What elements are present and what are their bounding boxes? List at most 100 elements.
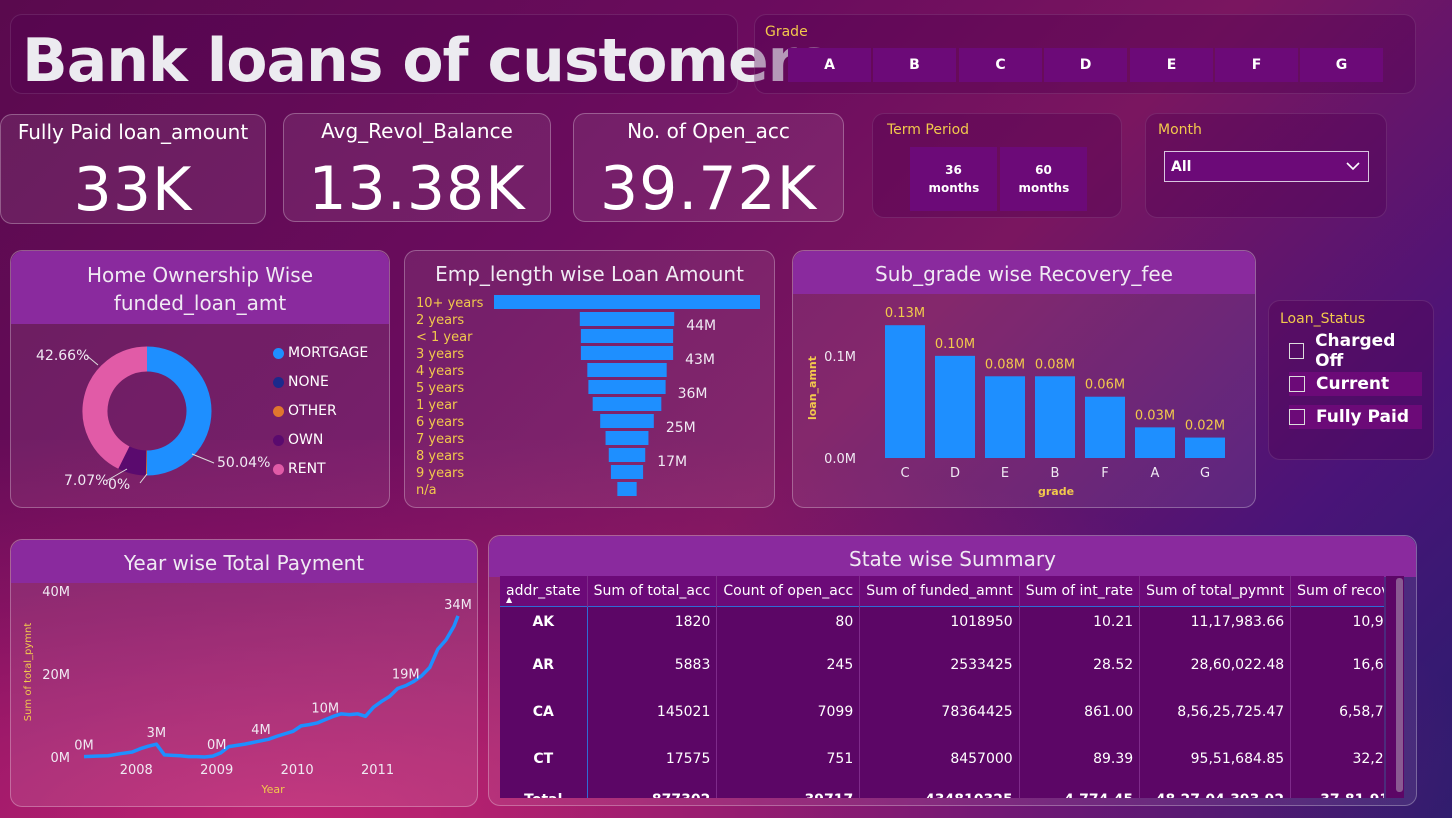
funnel-bar[interactable] <box>600 414 654 428</box>
x-axis-label: Year <box>260 783 285 796</box>
table-cell: AK <box>500 606 588 637</box>
column-header[interactable]: Sum of recoveries <box>1290 576 1384 606</box>
month-slicer-label: Month <box>1158 122 1202 138</box>
kpi-card-open-acc: No. of Open_acc 39.72K <box>573 113 844 224</box>
table-scrollbar-thumb[interactable] <box>1396 578 1403 792</box>
checkbox[interactable] <box>1289 376 1305 392</box>
funnel-category-label: < 1 year <box>416 330 473 345</box>
year-payment-header: Year wise Total Payment <box>11 540 477 583</box>
table-cell: CA <box>500 693 588 731</box>
donut-leader-line <box>191 453 215 464</box>
grade-option-c[interactable]: C <box>959 48 1042 82</box>
y-axis-label: Sum of total_pymnt <box>23 623 34 722</box>
subgrade-header: Sub_grade wise Recovery_fee <box>793 251 1255 294</box>
term-option-36-months[interactable]: 36 months <box>910 147 997 211</box>
line-data-label: 0M <box>74 739 94 754</box>
home-ownership-title-line2: funded_loan_amt <box>113 291 287 315</box>
column-header[interactable]: Count of open_acc <box>716 576 861 606</box>
legend-label: OWN <box>288 432 324 448</box>
kpi-value: 13.38K <box>308 154 526 224</box>
x-tick-label: G <box>1200 466 1210 481</box>
funnel-bar[interactable] <box>587 363 667 377</box>
table-cell: 32,234.31 <box>1290 731 1384 787</box>
grade-option-a[interactable]: A <box>788 48 871 82</box>
table-cell: 861.00 <box>1019 693 1141 731</box>
x-tick-label: 2009 <box>200 763 233 778</box>
grade-option-d[interactable]: D <box>1044 48 1127 82</box>
term-option-60-months[interactable]: 60 months <box>1000 147 1087 211</box>
legend-item-other[interactable]: OTHER <box>273 403 337 419</box>
grade-option-f[interactable]: F <box>1215 48 1298 82</box>
funnel-bar[interactable] <box>617 482 637 496</box>
line-data-label: 19M <box>392 668 420 683</box>
bar-data-label: 0.02M <box>1185 419 1225 434</box>
bar-a[interactable] <box>1135 427 1175 458</box>
checkbox[interactable] <box>1289 343 1305 359</box>
table-cell: 8457000 <box>859 731 1020 787</box>
bar-b[interactable] <box>1035 376 1075 458</box>
bar-data-label: 0.08M <box>985 357 1025 372</box>
column-header[interactable]: addr_state ▲ <box>500 576 588 606</box>
table-cell: 10.21 <box>1019 606 1141 637</box>
column-header[interactable]: Sum of total_acc <box>587 576 718 606</box>
grade-slicer-label: Grade <box>765 24 808 40</box>
grade-option-g[interactable]: G <box>1300 48 1383 82</box>
loan-status-label: Loan_Status <box>1280 311 1366 327</box>
legend-item-own[interactable]: OWN <box>273 432 323 448</box>
funnel-data-label: 44M <box>686 318 716 334</box>
loan-status-charged-off[interactable]: Charged Off <box>1289 331 1422 371</box>
bar-f[interactable] <box>1085 396 1125 458</box>
funnel-category-label: 7 years <box>416 432 464 447</box>
funnel-category-label: n/a <box>416 483 437 498</box>
legend-item-rent[interactable]: RENT <box>273 461 326 477</box>
x-tick-label: C <box>900 466 909 481</box>
column-header[interactable]: Sum of total_pymnt <box>1139 576 1292 606</box>
bar-d[interactable] <box>935 355 975 458</box>
month-dropdown[interactable]: All <box>1164 151 1369 182</box>
table-cell: 95,51,684.85 <box>1139 731 1292 787</box>
funnel-bar[interactable] <box>610 465 644 479</box>
table-row[interactable]: CA 145021 7099 78364425 861.00 8,56,25,725.47… <box>500 693 1384 731</box>
legend-dot <box>273 434 284 446</box>
table-cell: 89.39 <box>1019 731 1141 787</box>
loan-status-current[interactable]: Current <box>1289 372 1422 396</box>
donut-slice-rent[interactable] <box>82 346 148 469</box>
bar-e[interactable] <box>985 376 1025 458</box>
column-header[interactable]: Sum of int_rate <box>1019 576 1141 606</box>
table-row[interactable]: CT17575751845700089.3995,51,684.8532,234… <box>500 731 1384 787</box>
loan-status-option-label: Current <box>1316 374 1390 394</box>
funnel-bar[interactable] <box>580 346 674 360</box>
grade-option-b[interactable]: B <box>873 48 956 82</box>
bar-data-label: 0.13M <box>885 306 925 321</box>
table-row[interactable]: AK182080101895010.2111,17,983.6610,988.2… <box>500 606 1384 637</box>
donut-slice-mortgage[interactable] <box>146 346 212 476</box>
legend-item-none[interactable]: NONE <box>273 374 329 390</box>
column-header[interactable]: Sum of funded_amnt <box>859 576 1020 606</box>
series-line-total-payment[interactable] <box>83 615 460 759</box>
loan-status-option-label: Fully Paid <box>1316 407 1409 427</box>
funnel-bar[interactable] <box>605 431 649 445</box>
loan-status-fully-paid[interactable]: Fully Paid <box>1289 405 1422 429</box>
sort-ascending-icon: ▲ <box>506 595 513 604</box>
bar-g[interactable] <box>1185 437 1225 458</box>
grade-option-e[interactable]: E <box>1130 48 1213 82</box>
legend-label: NONE <box>288 374 329 390</box>
funnel-bar[interactable] <box>580 329 674 343</box>
funnel-bar[interactable] <box>608 448 646 462</box>
checkbox[interactable] <box>1289 409 1305 425</box>
page-title: Bank loans of customers <box>22 26 832 96</box>
funnel-bar[interactable] <box>588 380 666 394</box>
bar-c[interactable] <box>885 325 925 458</box>
table-cell: 245 <box>716 637 861 693</box>
donut-slice-own[interactable] <box>118 446 148 476</box>
table-cell: 28.52 <box>1019 637 1141 693</box>
funnel-bar[interactable] <box>494 295 760 309</box>
legend-item-mortgage[interactable]: MORTGAGE <box>273 345 368 361</box>
funnel-bar[interactable] <box>579 312 675 326</box>
legend-dot <box>273 347 284 359</box>
table-row[interactable]: AR5883245253342528.5228,60,022.4816,630.… <box>500 637 1384 693</box>
donut-data-label: 0% <box>108 477 130 493</box>
x-axis-label: grade <box>1038 485 1074 498</box>
line-data-label: 0M <box>207 738 227 753</box>
funnel-bar[interactable] <box>592 397 662 411</box>
